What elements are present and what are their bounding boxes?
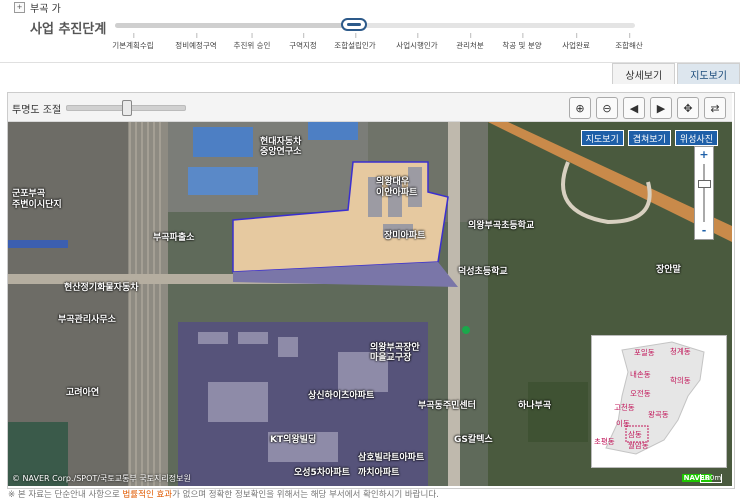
stage-progress-track — [115, 18, 635, 31]
stage-step: 관리처분 — [456, 33, 484, 50]
opacity-label: 투명도 조절 — [12, 105, 62, 116]
map-label-elem1: 의왕부곡초등학교 — [468, 221, 535, 231]
note-suffix: 가 없으며 정확한 정보확인을 위해서는 해당 부서에서 확인하시기 바랍니다. — [172, 490, 439, 500]
stage-step: 사업시행인가 — [396, 33, 438, 50]
tab-detail[interactable]: 상세보기 — [612, 63, 676, 84]
satellite-map[interactable]: 현대자동차 중앙연구소 군포부곡 주변이시단지 의왕대우 이안아파트 장미아파트… — [8, 122, 732, 486]
page-title: + 부곡 가 — [14, 0, 61, 15]
map-layer-buttons: 지도보기 겹쳐보기 위성사진 — [580, 130, 718, 146]
zoom-track[interactable] — [703, 164, 705, 222]
map-label-gs: GS칼텍스 — [454, 435, 493, 445]
map-label-research: 중앙연구소 — [260, 147, 302, 157]
zoom-plus-icon[interactable]: + — [695, 148, 713, 162]
map-label-complex: 주변이시단지 — [12, 200, 62, 210]
pan-icon[interactable]: ✥ — [677, 97, 699, 119]
map-label-kt: KT의왕빌딩 — [270, 435, 317, 445]
layer-hybrid-button[interactable]: 겹쳐보기 — [627, 130, 671, 146]
map-label-jangan: 장안말 — [656, 265, 681, 275]
stage-steps: 기본계획수립 정비예정구역 추진위 승인 구역지정 조합설립인가 사업시행인가 관리처분 착공… — [0, 33, 740, 54]
zoom-minus-icon[interactable]: - — [695, 224, 713, 238]
inset-label-hakui: 학의동 — [670, 376, 691, 385]
stage-step: 조합설립인가 — [334, 33, 376, 50]
map-label-center: 부곡관리사무소 — [58, 315, 116, 325]
map-label-ian: 이안아파트 — [376, 188, 418, 198]
inset-label-ojeon: 오전동 — [630, 389, 651, 398]
page-title-text: 부곡 가 — [30, 3, 61, 15]
opacity-slider[interactable] — [66, 100, 186, 116]
stage-step: 조합해산 — [615, 33, 643, 50]
stage-step: 사업완료 — [562, 33, 590, 50]
arrow-left-icon[interactable]: ◀ — [623, 97, 645, 119]
map-label-elem2: 덕성초등학교 — [458, 267, 508, 277]
map-toolbar: 투명도 조절 ⊕ ⊖ ◀ ▶ ✥ ⇄ — [8, 93, 732, 122]
inset-label-gocheon: 고천동 — [614, 403, 635, 412]
map-scale: 100m — [700, 474, 722, 483]
inset-label-idong: 이동 — [616, 419, 630, 428]
inset-label-wanggok: 왕곡동 — [648, 410, 669, 419]
inset-label-poil: 포일동 — [634, 348, 655, 357]
inset-label-samdong: 삼동 — [628, 430, 642, 439]
inset-label-woram: 월암동 — [628, 441, 649, 450]
arrow-right-icon[interactable]: ▶ — [650, 97, 672, 119]
refresh-icon[interactable]: ⇄ — [704, 97, 726, 119]
map-label-kkachi: 까치아파트 — [358, 468, 400, 478]
stage-step: 착공 및 분양 — [502, 33, 542, 50]
map-label-sangsin: 상신하이츠아파트 — [308, 391, 375, 401]
stage-progress-thumb — [341, 18, 368, 31]
layer-satellite-button[interactable]: 위성사진 — [674, 130, 718, 146]
map-label-mall: 오성5차아파트 — [294, 468, 350, 478]
map-copyright: © NAVER Corp./SPOT/국토교통부 국토지리정보원 — [12, 474, 191, 483]
inset-label-cheonggye: 청계동 — [670, 347, 691, 356]
inset-label-chopyeong: 초평동 — [594, 437, 615, 446]
stage-progress-fill — [115, 23, 355, 28]
map-label-church2: 마을교구장 — [370, 353, 412, 363]
map-label-bugok-dong: 부곡동주민센터 — [418, 401, 476, 411]
map-label-depot: 현산정기화물자동차 — [64, 283, 139, 293]
map-tools: ⊕ ⊖ ◀ ▶ ✥ ⇄ — [569, 97, 726, 119]
inset-label-naeson: 내손동 — [630, 370, 651, 379]
stage-step: 정비예정구역 — [175, 33, 217, 50]
view-tabs: 상세보기 지도보기 — [612, 63, 740, 84]
zoom-out-icon[interactable]: ⊖ — [596, 97, 618, 119]
inset-outline — [605, 341, 705, 455]
zoom-in-icon[interactable]: ⊕ — [569, 97, 591, 119]
expand-icon[interactable]: + — [14, 1, 25, 13]
layer-map-button[interactable]: 지도보기 — [580, 130, 624, 146]
district-inset-map[interactable]: 포일동 청계동 내손동 학의동 오전동 고천동 왕곡동 이동 초평동 삼동 월암… — [591, 335, 727, 468]
tab-map[interactable]: 지도보기 — [677, 63, 740, 84]
stage-step: 기본계획수립 — [112, 33, 154, 50]
map-label-train: 고려아연 — [66, 388, 100, 398]
map-label-jangmi: 장미아파트 — [384, 231, 426, 241]
note-prefix: ※ 본 자료는 단순안내 사항으로 — [8, 490, 123, 500]
stage-step: 구역지정 — [289, 33, 317, 50]
note-highlight: 법률적인 효과 — [122, 490, 173, 500]
map-label-bugok-ps: 부곡파출소 — [153, 233, 195, 243]
map-label-hana: 하나부곡 — [518, 401, 552, 411]
stage-step: 추진위 승인 — [233, 33, 271, 50]
map-zoom-control: + - — [694, 146, 714, 240]
map-label-samho: 삼호빌라트아파트 — [358, 453, 425, 463]
disclaimer-note: ※ 본 자료는 단순안내 사항으로 법률적인 효과가 없으며 정확한 정보확인을… — [8, 488, 439, 500]
zoom-knob[interactable] — [698, 180, 711, 188]
opacity-slider-thumb[interactable] — [122, 100, 132, 116]
